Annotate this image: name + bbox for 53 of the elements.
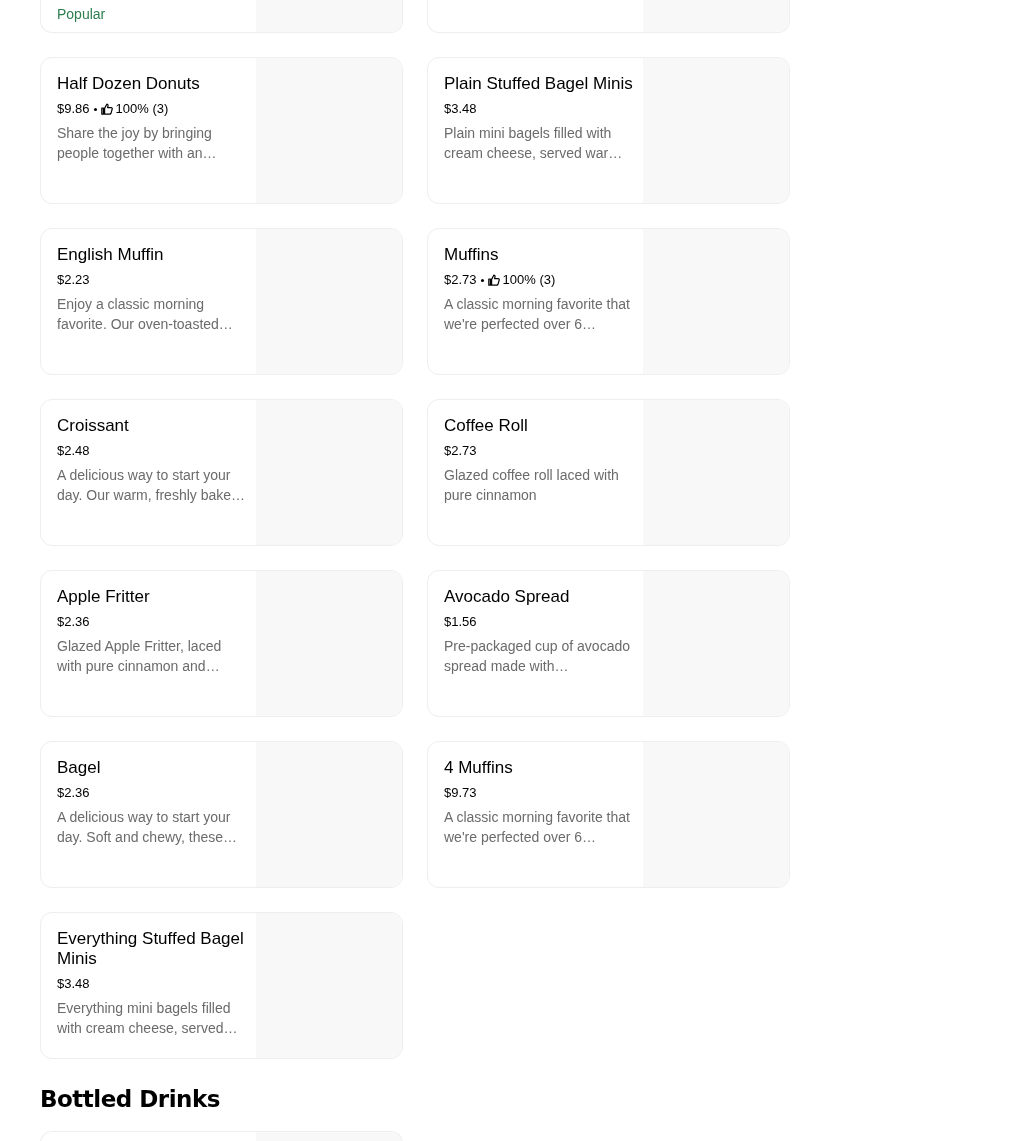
- item-price: $2.36: [57, 784, 90, 802]
- item-description: Everything mini bagels filled with cream cheese, served…: [57, 999, 239, 1038]
- item-name: Apple Fritter: [57, 587, 151, 607]
- item-name: Avocado Spread: [444, 587, 571, 607]
- popular-label: Popular: [57, 6, 106, 22]
- item-name: Muffins: [444, 245, 500, 265]
- item-price: $3.48: [444, 100, 477, 118]
- item-price: $2.23: [57, 271, 90, 289]
- item-name: 4 Muffins: [444, 758, 514, 778]
- item-description: A delicious way to start your day. Our warm, freshly bake…: [57, 466, 246, 505]
- item-description: A delicious way to start your day. Soft and chewy, these…: [57, 808, 239, 847]
- item-price: $1.56: [444, 613, 477, 631]
- item-description: Pre-packaged cup of avocado spread made with…: [444, 637, 631, 676]
- item-price: $2.36: [57, 613, 90, 631]
- separator-dot: [480, 278, 484, 282]
- section-heading: Bottled Drinks: [40, 1085, 221, 1113]
- thumbs-up-icon: [487, 274, 500, 286]
- menu-item-card[interactable]: Apple Fritter $2.36 Glazed Apple Fritter, laced with pure cinnamon and…: [40, 570, 403, 717]
- item-description: Glazed coffee roll laced with pure cinnamon: [444, 466, 620, 505]
- item-description: Share the joy by bringing people together with an…: [57, 124, 218, 163]
- item-price: $2.73: [444, 271, 477, 289]
- menu-item-card[interactable]: Half Dozen Donuts $9.86 100% (3) Share the joy by bringing people together with an…: [40, 57, 403, 204]
- item-name: Coffee Roll: [444, 416, 529, 436]
- menu-item-card[interactable]: Coffee Roll $2.73 Glazed coffee roll laced with pure cinnamon: [427, 399, 790, 546]
- item-description: Enjoy a classic morning favorite. Our oven-toasted…: [57, 295, 234, 334]
- menu-item-card[interactable]: Popular: [40, 0, 403, 33]
- item-rating: 100% (3): [502, 271, 556, 289]
- item-price: $9.86: [57, 100, 90, 118]
- item-description: Glazed Apple Fritter, laced with pure cinnamon and…: [57, 637, 223, 676]
- item-name: Half Dozen Donuts: [57, 74, 201, 94]
- menu-item-card[interactable]: Muffins $2.73 100% (3) A classic morning favorite that we're perfected over 6…: [427, 228, 790, 375]
- menu-item-card[interactable]: Bagel $2.36 A delicious way to start your day. Soft and chewy, these…: [40, 741, 403, 888]
- item-price: $2.73: [444, 442, 477, 460]
- menu-item-card[interactable]: Croissant $2.48 A delicious way to start your day. Our warm, freshly bake…: [40, 399, 403, 546]
- menu-item-card[interactable]: English Muffin $2.23 Enjoy a classic morning favorite. Our oven-toasted…: [40, 228, 403, 375]
- thumbs-up-icon: [100, 103, 113, 115]
- item-price: $9.73: [444, 784, 477, 802]
- item-description: Plain mini bagels filled with cream cheese, served war…: [444, 124, 624, 163]
- separator-dot: [93, 107, 97, 111]
- item-name: Bagel: [57, 758, 102, 778]
- item-name: Everything Stuffed Bagel Minis: [57, 929, 245, 969]
- menu-item-card[interactable]: Plain Stuffed Bagel Minis $3.48 Plain mini bagels filled with cream cheese, served war…: [427, 57, 790, 204]
- menu-item-card[interactable]: 4 Muffins $9.73 A classic morning favorite that we're perfected over 6…: [427, 741, 790, 888]
- item-rating: 100% (3): [115, 100, 169, 118]
- menu-item-card[interactable]: Everything Stuffed Bagel Minis $3.48 Everything mini bagels filled with cream cheese, served…: [40, 912, 403, 1059]
- item-description: A classic morning favorite that we're perfected over 6…: [444, 295, 631, 334]
- item-name: English Muffin: [57, 245, 165, 265]
- item-name: Croissant: [57, 416, 130, 436]
- item-description: A classic morning favorite that we're perfected over 6…: [444, 808, 631, 847]
- item-name: Plain Stuffed Bagel Minis: [444, 74, 633, 94]
- menu-item-card[interactable]: Avocado Spread $1.56 Pre-packaged cup of avocado spread made with…: [427, 570, 790, 717]
- item-price: $3.48: [57, 975, 90, 993]
- item-price: $2.48: [57, 442, 90, 460]
